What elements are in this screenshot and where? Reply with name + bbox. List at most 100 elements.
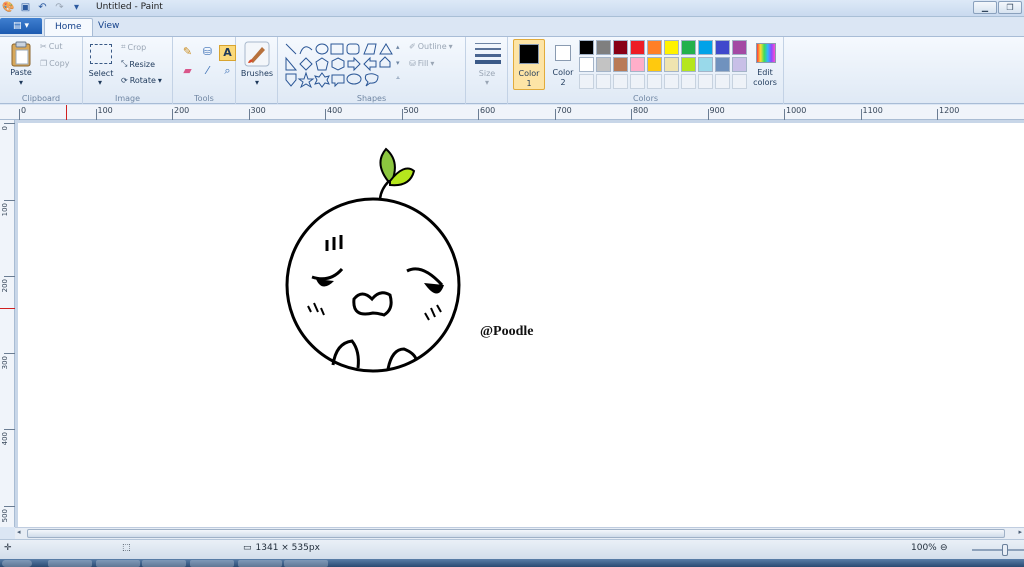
taskbar-item[interactable] [96, 560, 140, 567]
palette-swatch-empty[interactable] [630, 74, 645, 89]
tab-home[interactable]: Home [44, 18, 93, 36]
taskbar-item[interactable] [190, 560, 234, 567]
ruler-label: 300 [1, 355, 9, 369]
palette-swatch[interactable] [579, 57, 594, 72]
outline-button[interactable]: ✐ Outline ▾ [409, 42, 453, 51]
palette-swatch[interactable] [647, 57, 662, 72]
paste-button[interactable]: Paste [6, 68, 36, 77]
save-icon[interactable]: ▣ [19, 1, 32, 14]
palette-swatch[interactable] [698, 57, 713, 72]
crop-button[interactable]: ⌗ Crop [121, 42, 146, 52]
palette-swatch[interactable] [732, 40, 747, 55]
palette-swatch[interactable] [732, 57, 747, 72]
edit-colors-button[interactable]: Edit colors [748, 39, 782, 90]
shapes-expand-icon[interactable]: ⩡ [396, 74, 400, 83]
shapes-gallery[interactable] [284, 42, 406, 88]
palette-swatch-empty[interactable] [596, 74, 611, 89]
palette-swatch[interactable] [647, 40, 662, 55]
brush-icon[interactable] [244, 41, 270, 67]
start-button[interactable] [2, 560, 32, 567]
select-dropdown-icon[interactable]: ▾ [97, 78, 103, 87]
palette-swatch[interactable] [596, 57, 611, 72]
copy-button[interactable]: ❐ Copy [40, 59, 69, 68]
shapes-scroll-up-icon[interactable]: ▴ [396, 43, 400, 51]
fill-button[interactable]: ⛁ Fill ▾ [409, 59, 434, 68]
ruler-label: 0 [21, 106, 27, 115]
horizontal-scrollbar[interactable]: ◂ ▸ [15, 527, 1024, 539]
palette-swatch-empty[interactable] [732, 74, 747, 89]
shapes-scroll-down-icon[interactable]: ▾ [396, 59, 400, 67]
select-icon[interactable] [90, 44, 112, 64]
edit-colors-label-2: colors [753, 78, 777, 87]
size-dropdown-icon[interactable]: ▾ [484, 78, 490, 87]
taskbar-item-paint[interactable] [284, 560, 328, 567]
cut-button[interactable]: ✂ Cut [40, 42, 63, 51]
paste-dropdown-icon[interactable]: ▾ [18, 78, 24, 87]
paint-menu-button[interactable]: ▤ ▾ [0, 18, 42, 34]
rotate-button[interactable]: ⟳ Rotate ▾ [121, 76, 162, 85]
palette-swatch-empty[interactable] [613, 74, 628, 89]
drawing-canvas[interactable]: @Poodle [18, 123, 1024, 527]
palette-swatch[interactable] [681, 57, 696, 72]
ruler-tick [401, 109, 403, 120]
status-bar: ✛ ⬚ ▭ 1341 × 535px 100% ⊖ [0, 539, 1024, 559]
magnifier-icon[interactable]: ⌕ [219, 64, 236, 80]
palette-swatch-empty[interactable] [647, 74, 662, 89]
palette-swatch[interactable] [613, 40, 628, 55]
select-button[interactable]: Select [85, 69, 117, 78]
palette-swatch[interactable] [715, 40, 730, 55]
brushes-dropdown-icon[interactable]: ▾ [254, 78, 260, 87]
palette-swatch-empty[interactable] [715, 74, 730, 89]
redo-icon[interactable]: ↷ [53, 1, 66, 14]
eraser-icon[interactable]: ▰ [179, 64, 196, 80]
palette-swatch-empty[interactable] [579, 74, 594, 89]
taskbar-item[interactable] [48, 560, 92, 567]
color2-button[interactable]: Color 2 [547, 39, 579, 90]
image-group-label: Image [114, 94, 141, 103]
palette-swatch[interactable] [630, 40, 645, 55]
undo-icon[interactable]: ↶ [36, 1, 49, 14]
resize-button[interactable]: ⤡ Resize [121, 59, 155, 69]
zoom-slider-thumb[interactable] [1002, 544, 1008, 556]
palette-swatch[interactable] [579, 40, 594, 55]
minimize-button[interactable]: ▁ [973, 1, 997, 14]
text-tool-icon[interactable]: A [219, 45, 236, 61]
ruler-label: 200 [174, 106, 190, 115]
tab-view[interactable]: View [88, 18, 129, 36]
palette-swatch-empty[interactable] [664, 74, 679, 89]
restore-button[interactable]: ❐ [998, 1, 1022, 14]
taskbar-item[interactable] [142, 560, 186, 567]
scroll-left-icon[interactable]: ◂ [17, 528, 21, 536]
paint-app-icon[interactable]: 🎨 [2, 1, 15, 14]
zoom-out-icon[interactable]: ⊖ [940, 543, 948, 553]
size-button[interactable]: Size [468, 69, 506, 78]
customize-dropdown-icon[interactable]: ▾ [70, 1, 83, 14]
line-size-icon[interactable] [475, 42, 501, 64]
palette-swatch[interactable] [698, 40, 713, 55]
palette-swatch[interactable] [681, 40, 696, 55]
palette-swatch[interactable] [630, 57, 645, 72]
fill-bucket-icon[interactable]: ⛁ [199, 45, 216, 61]
color-picker-icon[interactable]: ⁄ [199, 64, 216, 80]
ruler-label: 100 [1, 202, 9, 216]
pencil-icon[interactable]: ✎ [179, 45, 196, 61]
ruler-label: 900 [709, 106, 725, 115]
palette-swatch-empty[interactable] [698, 74, 713, 89]
scissors-icon: ✂ [40, 42, 47, 51]
palette-swatch-empty[interactable] [681, 74, 696, 89]
palette-swatch[interactable] [715, 57, 730, 72]
ruler-tick [4, 505, 15, 507]
color1-button[interactable]: Color 1 [513, 39, 545, 90]
quick-access-toolbar: 🎨 ▣ ↶ ↷ ▾ [2, 1, 83, 14]
taskbar-item[interactable] [238, 560, 282, 567]
scroll-right-icon[interactable]: ▸ [1018, 528, 1022, 536]
paste-icon[interactable] [10, 41, 32, 67]
palette-swatch[interactable] [613, 57, 628, 72]
scrollbar-thumb[interactable] [27, 529, 1005, 538]
zoom-slider[interactable] [972, 544, 1024, 556]
palette-swatch[interactable] [596, 40, 611, 55]
palette-swatch[interactable] [664, 57, 679, 72]
brushes-button[interactable]: Brushes [238, 69, 276, 78]
zoom-level: 100% [911, 543, 937, 553]
palette-swatch[interactable] [664, 40, 679, 55]
